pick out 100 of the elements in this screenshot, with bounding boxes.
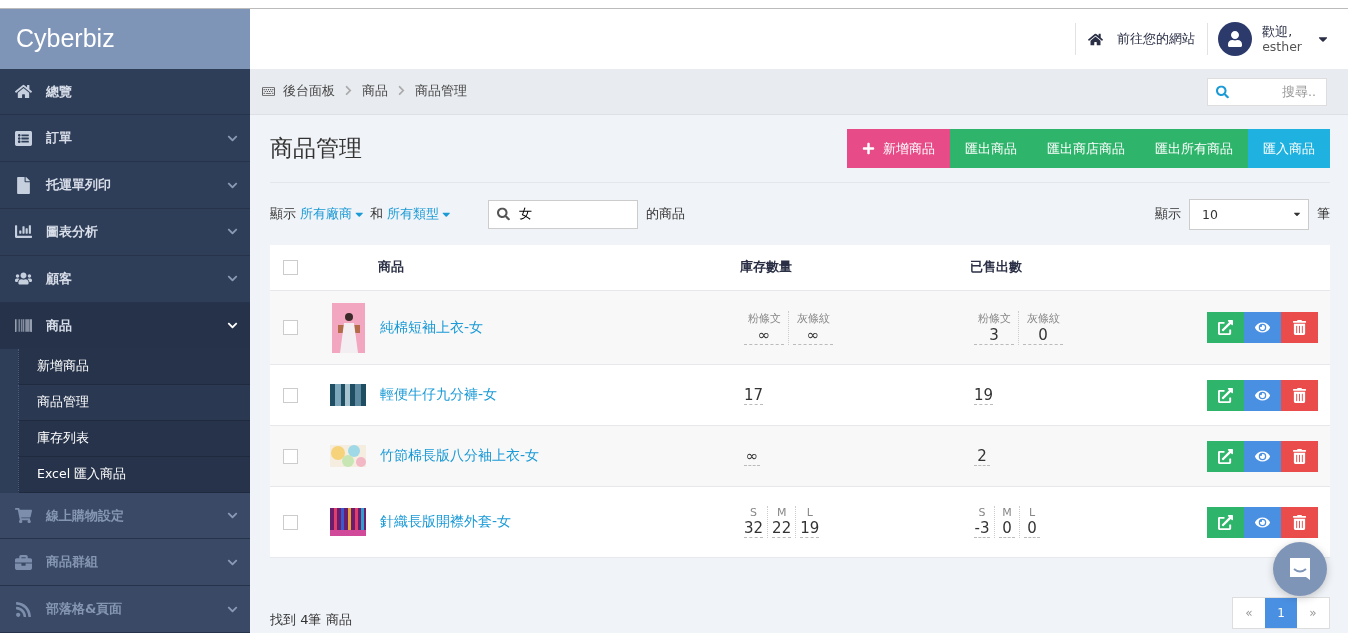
checkbox[interactable] (283, 320, 298, 335)
sold-value: 0 (1023, 325, 1063, 345)
trash-icon (1292, 514, 1307, 530)
breadcrumb-link[interactable]: 商品管理 (415, 83, 467, 100)
variant-label: 灰條紋 (1026, 310, 1060, 326)
sidebar-label: 訂單 (46, 129, 73, 148)
home-icon (1088, 31, 1104, 47)
product-link[interactable]: 竹節棉長版八分袖上衣-女 (378, 447, 740, 465)
checkbox[interactable] (283, 387, 298, 403)
edit-button[interactable] (1207, 379, 1244, 411)
sold-value: 19 (974, 385, 994, 405)
action-button[interactable]: 匯入商品 (1248, 129, 1330, 168)
variant-label: S (978, 506, 986, 519)
delete-button[interactable] (1281, 379, 1318, 411)
view-button[interactable] (1244, 506, 1281, 538)
logo[interactable]: Cyberbiz (0, 9, 250, 69)
search-icon (1216, 85, 1229, 98)
submenu-item[interactable]: 庫存列表 (18, 421, 250, 457)
action-button[interactable]: 匯出所有商品 (1140, 129, 1248, 168)
external-link-icon (1218, 387, 1233, 403)
page-link[interactable]: » (1297, 598, 1329, 628)
action-button[interactable]: 新增商品 (847, 129, 950, 168)
page-link[interactable]: 1 (1265, 598, 1297, 628)
variant-label: S (750, 506, 758, 519)
column-header: 庫存數量 (740, 259, 793, 276)
edit-button[interactable] (1207, 440, 1244, 472)
result-count: 找到 4筆 商品 (270, 611, 352, 629)
briefcase-icon (14, 553, 32, 571)
keyboard-icon (262, 85, 275, 98)
page-size-label: 顯示 (1155, 205, 1181, 223)
product-link[interactable]: 輕便牛仔九分褲-女 (378, 386, 740, 404)
search-icon (497, 207, 510, 221)
page-size-select[interactable]: 10 (1189, 198, 1309, 230)
eye-icon (1255, 320, 1270, 335)
view-button[interactable] (1244, 312, 1281, 343)
user-name: esther (1262, 39, 1302, 54)
greeting: 歡迎, (1262, 24, 1294, 39)
filter-label: 顯示 (270, 205, 296, 223)
sold-value: 0 (1024, 519, 1040, 538)
checkbox[interactable] (283, 514, 298, 530)
checkbox[interactable] (283, 260, 298, 275)
bar-chart-icon (14, 223, 32, 241)
edit-button[interactable] (1207, 312, 1244, 343)
sold-value: 3 (974, 325, 1014, 345)
sidebar-label: 部落格&頁面 (46, 600, 124, 619)
avatar[interactable] (1218, 22, 1253, 56)
trash-icon (1292, 320, 1307, 335)
external-link-icon (1218, 448, 1233, 464)
sold-value: 0 (999, 519, 1015, 538)
sidebar-item[interactable]: 商品 (0, 302, 250, 350)
sidebar-label: 商品群組 (46, 553, 99, 572)
page-link[interactable]: « (1233, 598, 1265, 628)
user-icon (1227, 31, 1244, 47)
variant-label: L (1028, 506, 1036, 519)
home-icon (14, 83, 32, 101)
checkbox[interactable] (283, 448, 298, 464)
delete-button[interactable] (1281, 312, 1318, 343)
sold-value: -3 (974, 519, 990, 538)
site-link[interactable]: 前往您的網站 (1075, 23, 1209, 55)
variant-label: M (776, 506, 787, 519)
breadcrumb-link[interactable]: 商品 (362, 83, 388, 100)
stock-value: ∞ (744, 446, 760, 466)
stock-value: ∞ (793, 325, 833, 345)
product-link[interactable]: 純棉短袖上衣-女 (378, 318, 740, 337)
search-field[interactable]: 搜尋.. (1207, 77, 1327, 106)
variant-label: 灰條紋 (796, 310, 830, 326)
filter-label: 和 (369, 205, 383, 223)
delete-button[interactable] (1281, 440, 1318, 472)
trash-icon (1292, 448, 1307, 464)
breadcrumb-link[interactable]: 後台面板 (283, 83, 335, 100)
variant-label: L (806, 506, 813, 519)
sidebar-label: 顧客 (46, 269, 73, 288)
external-link-icon (1218, 514, 1233, 530)
search-field[interactable]: 女 (488, 199, 638, 229)
column-header: 已售出數 (970, 259, 1023, 276)
stock-value: 17 (744, 385, 764, 405)
column-header: 商品 (378, 259, 405, 276)
vendor-dropdown[interactable]: 所有廠商 (300, 205, 366, 223)
sidebar-label: 商品 (46, 316, 73, 335)
view-button[interactable] (1244, 379, 1281, 411)
sidebar-label: 托運單列印 (46, 176, 112, 195)
stock-value: 22 (772, 519, 792, 538)
submenu-item[interactable]: 新增商品 (18, 349, 250, 386)
product-link[interactable]: 針織長版開襟外套-女 (378, 513, 740, 531)
submenu-item[interactable]: Excel 匯入商品 (18, 456, 250, 493)
action-button[interactable]: 匯出商店商品 (1032, 129, 1140, 168)
plus-icon (862, 142, 875, 155)
submenu-item[interactable]: 商品管理 (18, 385, 250, 422)
cart-icon (14, 507, 32, 525)
chat-icon (1287, 556, 1313, 582)
external-link-icon (1218, 320, 1233, 335)
sidebar-label: 總覽 (46, 82, 73, 101)
variant-label: 粉條文 (747, 310, 781, 326)
type-dropdown[interactable]: 所有類型 (386, 205, 452, 223)
page-size-unit: 筆 (1317, 205, 1330, 223)
action-button[interactable]: 匯出商品 (950, 129, 1032, 168)
chevron-right-icon (343, 84, 354, 96)
edit-button[interactable] (1207, 506, 1244, 538)
view-button[interactable] (1244, 440, 1281, 472)
delete-button[interactable] (1281, 506, 1318, 538)
